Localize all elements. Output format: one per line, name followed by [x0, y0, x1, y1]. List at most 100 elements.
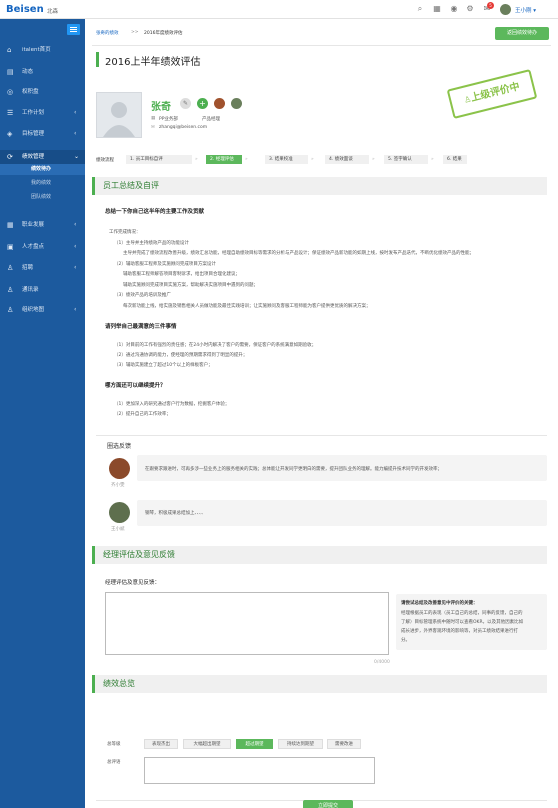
- sidebar-item-9[interactable]: ♙ 通讯录: [0, 283, 85, 297]
- sidebar-subitem-label: 我的绩效: [31, 180, 52, 186]
- breadcrumb-link[interactable]: 张奇的绩效: [96, 30, 119, 36]
- answer-line: （1）主导并主持绩效产品的功能设计: [114, 240, 189, 246]
- flow-step-3: 4. 绩效面谈: [325, 155, 369, 164]
- target-icon: ◎: [7, 88, 14, 96]
- department-icon: ▦: [151, 116, 156, 121]
- chevron-icon: ‹: [74, 221, 77, 228]
- submit-button[interactable]: 立即提交: [303, 800, 353, 808]
- recruit-icon: ♙: [7, 264, 14, 272]
- sidebar-item-label: 职业发展: [22, 222, 45, 228]
- char-counter: 0/4000: [374, 660, 390, 665]
- breadcrumb-current: 2016年度绩效评估: [144, 31, 183, 36]
- overall-comment-textarea[interactable]: [144, 757, 375, 784]
- feedback-avatar-1: [109, 458, 130, 479]
- sidebar-item-label: 目标管理: [22, 131, 45, 137]
- answer-line: （2）通过沟通协调的能力，使经理的预期需求得到了明显的提升；: [114, 353, 248, 358]
- grade-option-0[interactable]: 表现杰出: [144, 739, 178, 749]
- talent-icon: ▣: [7, 243, 14, 251]
- sidebar-item-label: 组织地图: [22, 307, 45, 313]
- user-menu[interactable]: 王小刚 ▾: [515, 6, 536, 14]
- menu-toggle-button[interactable]: [67, 24, 80, 35]
- sidebar-subitem-label: 团队绩效: [31, 194, 52, 200]
- chevron-icon: ‹: [74, 130, 77, 137]
- notification-badge: 5: [487, 2, 494, 9]
- question-proud-things: 请列举自己最满意的三件事情: [105, 324, 177, 330]
- sidebar-subitem-0[interactable]: 绩效待办: [0, 164, 85, 175]
- goal-icon: ◈: [7, 130, 13, 138]
- brand-logo[interactable]: Beisen: [6, 4, 44, 15]
- breadcrumb-sep: >>: [131, 30, 139, 35]
- company-name: 北森: [47, 9, 59, 15]
- profile-email: zhangqi@beisen.com: [159, 125, 208, 130]
- sidebar-item-6[interactable]: ▦ 职业发展 ‹: [0, 218, 85, 232]
- sidebar-item-10[interactable]: ♙ 组织地图 ‹: [0, 303, 85, 317]
- sidebar-subitem-2[interactable]: 团队绩效: [0, 192, 85, 203]
- answer-line: 辅助客服工程师解答项目客制诉求，给出项目合理化建议；: [123, 272, 240, 277]
- profile-role: 产品经理: [202, 117, 220, 122]
- manager-field-label: 经理评估及意见反馈：: [105, 580, 161, 586]
- edit-icon[interactable]: ✎: [180, 98, 191, 109]
- manager-eval-header: 经理评估及意见反馈: [92, 546, 547, 564]
- profile-dept: PP业务部: [159, 117, 178, 122]
- profile-name: 张奇: [151, 102, 171, 113]
- grade-option-3[interactable]: 持续达到期望: [278, 739, 323, 749]
- user-avatar[interactable]: [500, 4, 511, 15]
- back-to-todo-button[interactable]: 返回绩效待办: [495, 27, 549, 40]
- feedback-text-2: 钢琴，积极成果总结加上、、、、: [145, 511, 206, 516]
- sidebar-item-7[interactable]: ▣ 人才盘点 ‹: [0, 240, 85, 254]
- sidebar-item-1[interactable]: ▤ 动态: [0, 65, 85, 79]
- settings-icon[interactable]: ⚙: [465, 4, 475, 14]
- colleague-avatar-2[interactable]: [231, 98, 242, 109]
- guide-line: 分。: [401, 638, 410, 643]
- manager-feedback-textarea[interactable]: [105, 592, 389, 655]
- sidebar-item-5[interactable]: ⟳ 绩效管理 ⌄: [0, 150, 85, 164]
- sidebar-item-label: 通讯录: [22, 287, 39, 293]
- sidebar-item-2[interactable]: ◎ 权积盘: [0, 85, 85, 99]
- flow-step-2: 3. 结果校准: [265, 155, 308, 164]
- chevron-icon: ‹: [74, 109, 77, 116]
- answer-line: （1）对目前的工作有强烈的责任感；在24小时内解决了客户的需要，保证客户的系统满…: [114, 343, 317, 348]
- sidebar-item-3[interactable]: ☰ 工作计划 ‹: [0, 106, 85, 120]
- chevron-icon: ⌄: [74, 153, 80, 160]
- sidebar-item-0[interactable]: ⌂ italent首页: [0, 43, 85, 57]
- question-improvements: 哪方面还可以继续提升？: [105, 383, 166, 389]
- profile-photo: [96, 92, 142, 138]
- answer-line: （2）辅助客服工程师及实施顾问完成项目方案设计: [114, 261, 216, 267]
- colleague-avatar-1[interactable]: [214, 98, 225, 109]
- sidebar-item-4[interactable]: ◈ 目标管理 ‹: [0, 127, 85, 141]
- chart-icon: ⟳: [7, 153, 13, 161]
- flow-step-0: 1. 员工目标自评: [126, 155, 192, 164]
- answer-line: 工作完成情况：: [109, 230, 141, 235]
- grade-label: 总等级: [107, 742, 121, 747]
- flow-label: 绩效流程: [96, 158, 114, 163]
- step-arrow-icon: »: [245, 157, 248, 162]
- status-stamp: ♙上级评价中: [446, 69, 538, 119]
- sidebar-item-label: 绩效管理: [22, 154, 45, 160]
- add-icon[interactable]: +: [197, 98, 208, 109]
- search-icon[interactable]: ⌕: [415, 4, 425, 14]
- sidebar-item-label: italent首页: [22, 47, 51, 53]
- feedback-author-1: 齐小雯: [111, 483, 125, 488]
- self-eval-title: 员工总结及自评: [103, 181, 159, 190]
- answer-line: （3）辅助实施建立了超过10个以上的样板客户；: [114, 363, 213, 368]
- sidebar-subitem-1[interactable]: 我的绩效: [0, 178, 85, 189]
- help-icon[interactable]: ◉: [449, 4, 459, 14]
- grade-option-1[interactable]: 大幅超出期望: [183, 739, 231, 749]
- guide-title: 请尝试总结及改善意见中评价的关键：: [401, 601, 478, 606]
- sidebar-item-label: 权积盘: [22, 89, 39, 95]
- manager-guide-box: 请尝试总结及改善意见中评价的关键： 经理根据员工的表现（员工自己的总结，同事的反…: [396, 594, 547, 650]
- grade-option-4[interactable]: 需要改进: [327, 739, 361, 749]
- email-icon: ✉: [151, 125, 155, 130]
- top-bar: Beisen 北森 ⌕ ▦ ◉ ⚙ ✉ 5 王小刚 ▾: [0, 0, 558, 19]
- grade-option-2[interactable]: 超过期望: [236, 739, 273, 749]
- manager-eval-title: 经理评估及意见反馈: [103, 550, 175, 559]
- grid-apps-icon[interactable]: ▦: [432, 4, 442, 14]
- sidebar-item-8[interactable]: ♙ 招聘 ‹: [0, 261, 85, 275]
- overview-title: 绩效总览: [103, 679, 135, 688]
- main-content: 张奇的绩效 >> 2016年度绩效评估 返回绩效待办 2016上半年绩效评估 张…: [85, 19, 558, 808]
- answer-line: （3）绩效产品的培训及推广: [114, 293, 171, 298]
- career-icon: ▦: [7, 221, 14, 229]
- chevron-icon: ‹: [74, 306, 77, 313]
- answer-line: 每次新功能上线，给实施及销售相关人员做功能及最佳实践培训；让实施顾问及客服工程师…: [123, 303, 371, 309]
- sidebar-item-label: 工作计划: [22, 110, 45, 116]
